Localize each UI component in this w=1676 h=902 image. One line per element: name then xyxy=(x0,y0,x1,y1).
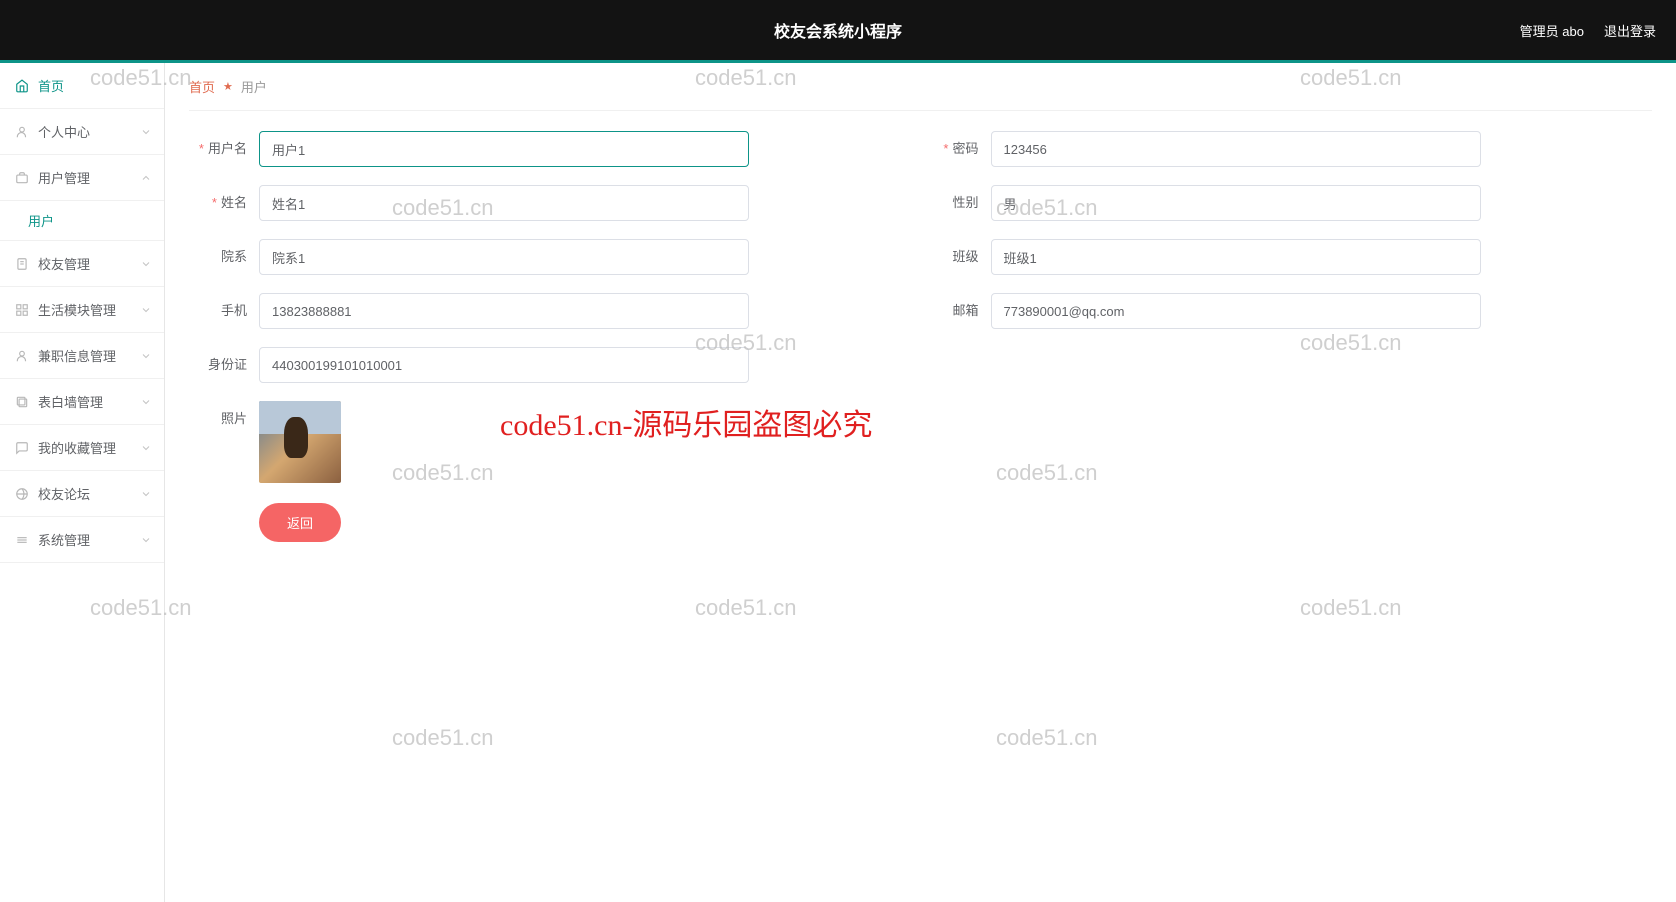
sidebar-item-system[interactable]: 系统管理 xyxy=(0,517,164,563)
class-label: 班级 xyxy=(921,239,991,275)
sidebar-item-label: 我的收藏管理 xyxy=(38,438,116,457)
admin-label[interactable]: 管理员 abo xyxy=(1520,21,1584,40)
sidebar-item-label: 个人中心 xyxy=(38,122,90,141)
sidebar-item-label: 校友论坛 xyxy=(38,484,90,503)
sidebar-item-label: 首页 xyxy=(38,76,64,95)
sidebar-item-life[interactable]: 生活模块管理 xyxy=(0,287,164,333)
sidebar-item-label: 系统管理 xyxy=(38,530,90,549)
email-label: 邮箱 xyxy=(921,293,991,329)
star-icon: ★ xyxy=(223,80,233,93)
sidebar-item-favorites[interactable]: 我的收藏管理 xyxy=(0,425,164,471)
home-icon xyxy=(14,78,30,94)
phone-label: 手机 xyxy=(189,293,259,329)
breadcrumb-home[interactable]: 首页 xyxy=(189,77,215,96)
sidebar-item-home[interactable]: 首页 xyxy=(0,63,164,109)
class-input[interactable] xyxy=(991,239,1481,275)
dept-input[interactable] xyxy=(259,239,749,275)
chevron-down-icon xyxy=(140,534,152,546)
phone-input[interactable] xyxy=(259,293,749,329)
name-input[interactable] xyxy=(259,185,749,221)
sidebar-item-label: 用户 xyxy=(28,211,54,230)
chevron-down-icon xyxy=(140,488,152,500)
photo-label: 照片 xyxy=(189,401,259,437)
chevron-down-icon xyxy=(140,304,152,316)
globe-icon xyxy=(14,486,30,502)
sidebar: 首页 个人中心 用户管理 用户 校友 xyxy=(0,63,165,902)
sidebar-item-label: 兼职信息管理 xyxy=(38,346,116,365)
chevron-down-icon xyxy=(140,126,152,138)
idcard-label: 身份证 xyxy=(189,347,259,383)
user-form: 用户名 密码 姓名 性别 院系 班级 xyxy=(189,131,1652,542)
sidebar-item-personal[interactable]: 个人中心 xyxy=(0,109,164,155)
briefcase-icon xyxy=(14,170,30,186)
sidebar-item-user-mgmt[interactable]: 用户管理 xyxy=(0,155,164,201)
sidebar-item-parttime[interactable]: 兼职信息管理 xyxy=(0,333,164,379)
photo-thumbnail[interactable] xyxy=(259,401,341,483)
breadcrumb-current: 用户 xyxy=(241,77,267,96)
password-label: 密码 xyxy=(921,131,991,167)
username-input[interactable] xyxy=(259,131,749,167)
chevron-down-icon xyxy=(140,258,152,270)
clipboard-icon xyxy=(14,256,30,272)
gender-label: 性别 xyxy=(921,185,991,221)
chevron-up-icon xyxy=(140,172,152,184)
container: 首页 个人中心 用户管理 用户 校友 xyxy=(0,63,1676,902)
sidebar-item-alumni[interactable]: 校友管理 xyxy=(0,241,164,287)
sidebar-item-label: 表白墙管理 xyxy=(38,392,103,411)
password-input[interactable] xyxy=(991,131,1481,167)
chevron-down-icon xyxy=(140,350,152,362)
settings-icon xyxy=(14,532,30,548)
chevron-down-icon xyxy=(140,442,152,454)
gender-input[interactable] xyxy=(991,185,1481,221)
email-input[interactable] xyxy=(991,293,1481,329)
copy-icon xyxy=(14,394,30,410)
back-button[interactable]: 返回 xyxy=(259,503,341,542)
main-content: 首页 ★ 用户 用户名 密码 姓名 性别 xyxy=(165,63,1676,902)
sidebar-item-label: 校友管理 xyxy=(38,254,90,273)
app-title: 校友会系统小程序 xyxy=(0,18,1676,42)
sidebar-item-confession[interactable]: 表白墙管理 xyxy=(0,379,164,425)
dept-label: 院系 xyxy=(189,239,259,275)
name-label: 姓名 xyxy=(189,185,259,221)
sidebar-subitem-user[interactable]: 用户 xyxy=(0,201,164,241)
sidebar-item-forum[interactable]: 校友论坛 xyxy=(0,471,164,517)
breadcrumb: 首页 ★ 用户 xyxy=(189,63,1652,111)
logout-link[interactable]: 退出登录 xyxy=(1604,21,1656,40)
idcard-input[interactable] xyxy=(259,347,749,383)
sidebar-item-label: 生活模块管理 xyxy=(38,300,116,319)
header-right: 管理员 abo 退出登录 xyxy=(1520,21,1656,40)
chevron-down-icon xyxy=(140,396,152,408)
message-icon xyxy=(14,440,30,456)
grid-icon xyxy=(14,302,30,318)
user-icon xyxy=(14,348,30,364)
sidebar-item-label: 用户管理 xyxy=(38,168,90,187)
header: 校友会系统小程序 管理员 abo 退出登录 xyxy=(0,0,1676,60)
user-icon xyxy=(14,124,30,140)
username-label: 用户名 xyxy=(189,131,259,167)
